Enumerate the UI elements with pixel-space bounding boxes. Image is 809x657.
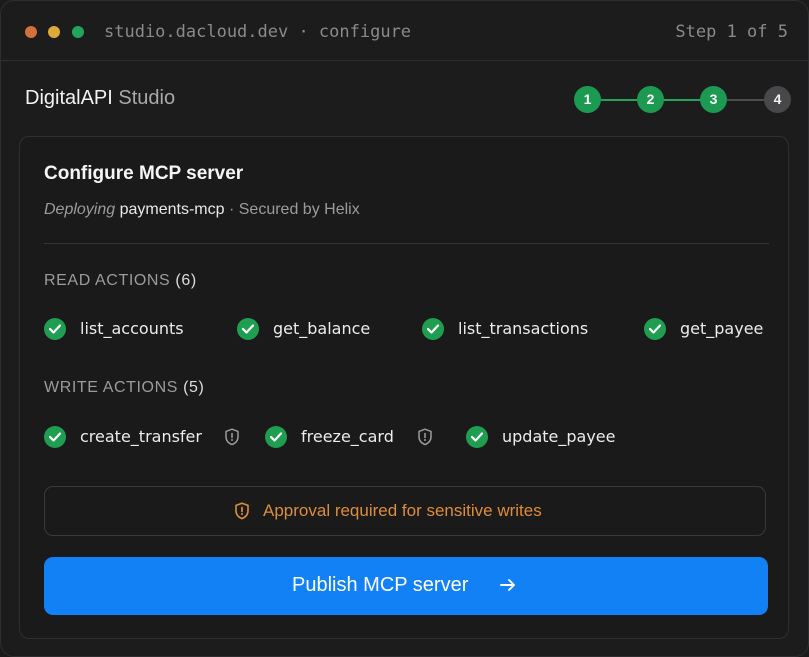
card-subtitle: Deploying payments-mcp · Secured by Heli…: [44, 201, 360, 219]
write-actions-label: WRITE ACTIONS: [44, 379, 179, 396]
action-label: list_accounts: [80, 319, 184, 338]
action-freeze-card[interactable]: freeze_card: [265, 426, 445, 450]
check-circle-icon[interactable]: [44, 426, 66, 448]
step-connector: [601, 99, 637, 101]
url-text: studio.dacloud.dev · configure: [104, 22, 412, 42]
read-actions-header: READ ACTIONS (6): [44, 272, 197, 290]
brand-logo: DigitalAPI Studio: [25, 87, 175, 110]
step-4[interactable]: 4: [764, 86, 791, 113]
action-get-payee[interactable]: get_payee: [644, 318, 769, 342]
publish-mcp-server-button[interactable]: Publish MCP server: [44, 557, 768, 615]
step-indicator: Step 1 of 5: [675, 22, 788, 42]
step-2[interactable]: 2: [637, 86, 664, 113]
step-3[interactable]: 3: [700, 86, 727, 113]
action-update-payee[interactable]: update_payee: [466, 426, 626, 450]
write-actions-header: WRITE ACTIONS (5): [44, 379, 204, 397]
minimize-window-dot[interactable]: [48, 26, 60, 38]
approval-notice: Approval required for sensitive writes: [44, 486, 766, 536]
shield-alert-icon: [225, 428, 239, 446]
check-circle-icon[interactable]: [422, 318, 444, 340]
check-circle-icon[interactable]: [644, 318, 666, 340]
read-actions-count: (6): [175, 272, 197, 289]
shield-alert-icon: [418, 428, 432, 446]
brand-name-primary: DigitalAPI: [25, 87, 113, 109]
configure-card: Configure MCP server Deploying payments-…: [19, 136, 789, 639]
server-name: payments-mcp: [119, 201, 225, 218]
maximize-window-dot[interactable]: [72, 26, 84, 38]
action-label: get_balance: [273, 319, 371, 338]
action-label: freeze_card: [301, 427, 394, 446]
action-create-transfer[interactable]: create_transfer: [44, 426, 244, 450]
brand-name-secondary: Studio: [118, 87, 176, 109]
action-label: list_transactions: [458, 319, 589, 338]
security-text: · Secured by Helix: [224, 201, 360, 218]
approval-text: Approval required for sensitive writes: [263, 501, 542, 520]
read-actions-label: READ ACTIONS: [44, 272, 171, 289]
publish-button-label: Publish MCP server: [292, 574, 469, 596]
check-circle-icon[interactable]: [466, 426, 488, 448]
step-1[interactable]: 1: [574, 86, 601, 113]
action-label: get_payee: [680, 319, 764, 338]
check-circle-icon[interactable]: [265, 426, 287, 448]
step-connector: [664, 99, 700, 101]
check-circle-icon[interactable]: [44, 318, 66, 340]
arrow-right-icon: [500, 579, 515, 591]
divider: [44, 243, 769, 244]
title-bar: studio.dacloud.dev · configure Step 1 of…: [1, 1, 808, 61]
shield-alert-icon: [235, 502, 249, 520]
action-label: create_transfer: [80, 427, 202, 446]
app-window: studio.dacloud.dev · configure Step 1 of…: [0, 0, 809, 657]
action-get-balance[interactable]: get_balance: [237, 318, 387, 342]
step-connector: [727, 99, 764, 101]
check-circle-icon[interactable]: [237, 318, 259, 340]
action-list-accounts[interactable]: list_accounts: [44, 318, 204, 342]
action-list-transactions[interactable]: list_transactions: [422, 318, 612, 342]
action-label: update_payee: [502, 427, 616, 446]
deploying-label: Deploying: [44, 201, 116, 218]
card-title: Configure MCP server: [44, 163, 244, 184]
progress-stepper: 1 2 3 4: [574, 86, 791, 113]
close-window-dot[interactable]: [25, 26, 37, 38]
write-actions-count: (5): [183, 379, 205, 396]
